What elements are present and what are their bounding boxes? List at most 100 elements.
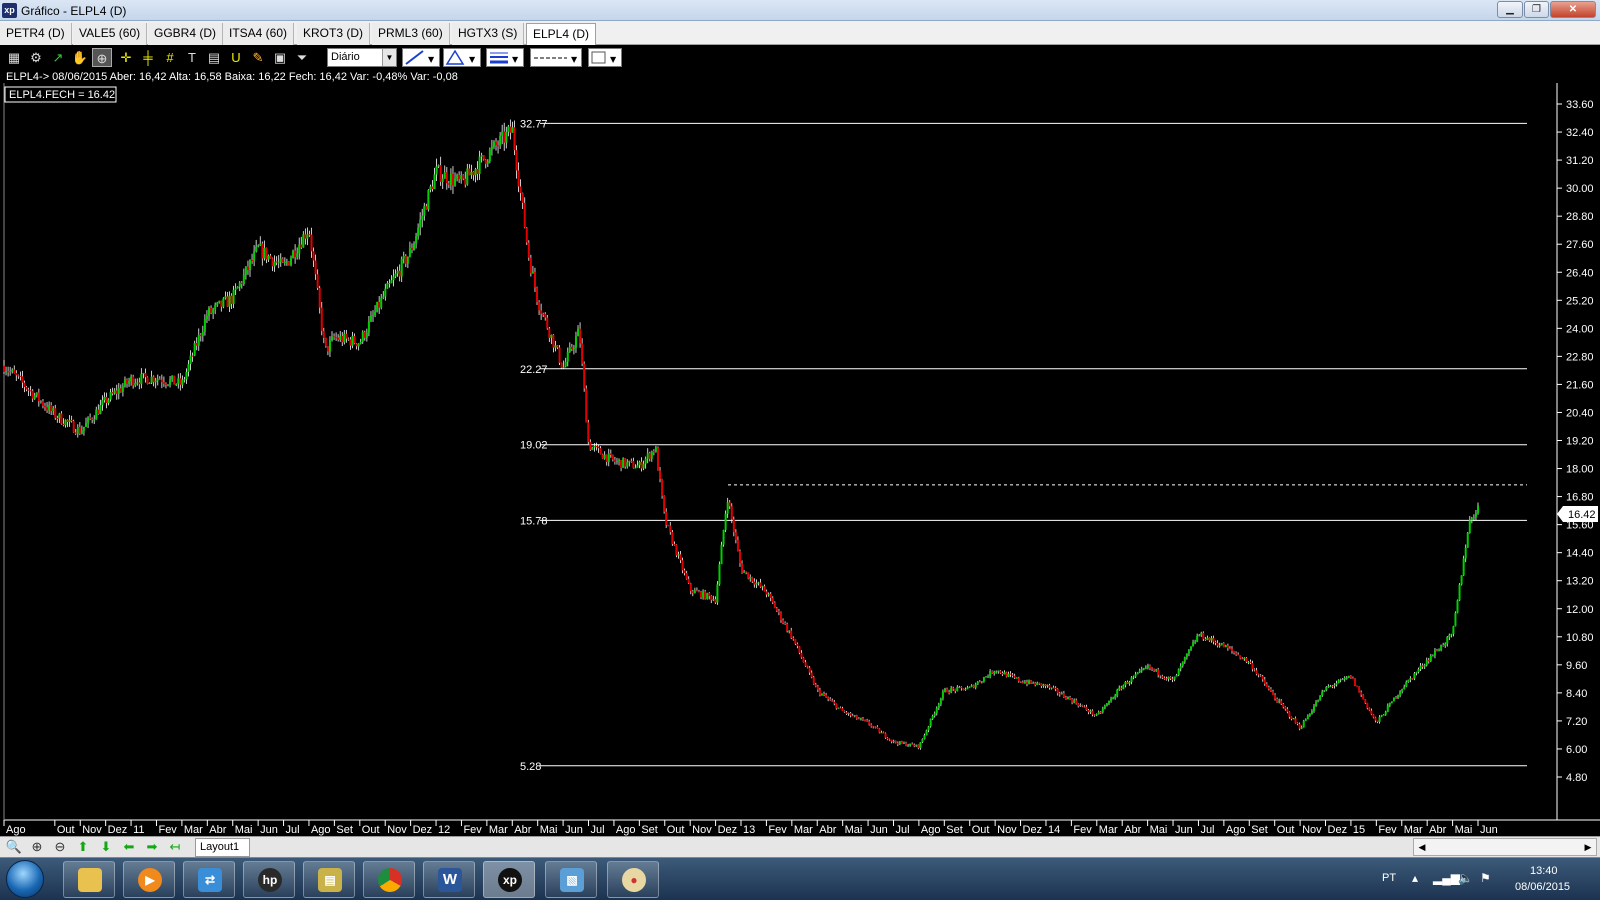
candle-body (527, 242, 530, 258)
scroll-left-icon[interactable]: ◀ (1414, 839, 1430, 855)
candle-body (773, 602, 776, 609)
start-button[interactable] (6, 860, 44, 898)
candle-body (152, 376, 155, 383)
taskbar-media-player[interactable]: ▶ (123, 861, 175, 898)
clock-time[interactable]: 13:40 (1530, 865, 1558, 877)
arrow-left-icon[interactable]: ⬅ (119, 838, 139, 856)
taskbar-chrome[interactable] (363, 861, 415, 898)
line-width-select[interactable]: ▼ (486, 48, 524, 67)
candle-body (933, 713, 936, 716)
taskbar-xp[interactable]: xp (483, 861, 535, 898)
tab-petr4[interactable]: PETR4 (D) (0, 23, 72, 45)
pan-hand-icon[interactable]: ✋ (70, 48, 90, 67)
cross-parallel-icon[interactable]: ╪ (138, 48, 158, 67)
taskbar-word[interactable]: W (423, 861, 475, 898)
candle-body (564, 361, 567, 367)
candle-body (195, 343, 198, 346)
candle-body (205, 316, 208, 320)
candle-body (505, 131, 508, 143)
taskbar-photos[interactable]: ▧ (545, 861, 597, 898)
close-button[interactable]: ✕ (1550, 1, 1596, 18)
candle-body (609, 453, 612, 455)
settings-icon[interactable]: ⚙ (26, 48, 46, 67)
candle-body (1235, 652, 1238, 655)
taskbar-toolbox[interactable]: ▤ (303, 861, 355, 898)
tab-krot3[interactable]: KROT3 (D) (297, 23, 370, 45)
scroll-right-icon[interactable]: ▶ (1580, 839, 1596, 855)
y-tick-label: 33.60 (1566, 99, 1594, 111)
candle-body (1159, 675, 1162, 677)
candle-body (954, 689, 957, 691)
horizontal-scrollbar[interactable]: ◀ ▶ (1413, 838, 1597, 856)
clipboard-icon[interactable]: ▣ (270, 48, 290, 67)
candle-body (1105, 703, 1108, 706)
tab-elpl4[interactable]: ELPL4 (D) (526, 23, 597, 45)
y-tick-label: 13.20 (1566, 576, 1594, 588)
color-select[interactable]: ▼ (588, 48, 622, 67)
candle-body (388, 282, 391, 284)
action-center-icon[interactable]: ⚑ (1480, 871, 1491, 885)
candle-body (1005, 672, 1008, 677)
filter-icon[interactable]: ⏷ (292, 48, 312, 67)
zoom-in-icon[interactable]: ⊕ (27, 838, 47, 856)
line-style-select[interactable]: ▼ (530, 48, 582, 67)
candle-body (1296, 722, 1299, 724)
text-tool-icon[interactable]: T (182, 48, 202, 67)
tab-ggbr4[interactable]: GGBR4 (D) (148, 23, 224, 45)
calculator-icon[interactable]: ▤ (204, 48, 224, 67)
line-tool-select[interactable]: ▼ (402, 48, 440, 67)
magnet-icon[interactable]: U (226, 48, 246, 67)
candle-body (56, 417, 59, 419)
arrow-return-icon[interactable]: ↤ (165, 838, 185, 856)
candle-body (29, 390, 32, 392)
tab-itsa4[interactable]: ITSA4 (60) (223, 23, 295, 45)
zoom-out-icon[interactable]: ⊖ (50, 838, 70, 856)
zoom-select-icon[interactable]: ⊕ (92, 48, 112, 67)
candle-body (1347, 675, 1350, 678)
x-tick-label: Jul (591, 824, 605, 836)
candle-body (946, 688, 949, 693)
minimize-button[interactable]: ▁ (1497, 1, 1523, 18)
restore-button[interactable]: ❐ (1524, 1, 1549, 18)
zoom-icon[interactable]: 🔍 (4, 838, 24, 856)
candle-body (1411, 678, 1414, 680)
candle-body (1157, 669, 1160, 676)
candle-body (191, 355, 194, 357)
candle-body (941, 691, 944, 699)
arrow-up-icon[interactable]: ⬆ (73, 838, 93, 856)
taskbar-network[interactable]: ⇄ (183, 861, 235, 898)
candle-body (181, 379, 184, 385)
tab-prml3[interactable]: PRML3 (60) (372, 23, 450, 45)
arrow-down-icon[interactable]: ⬇ (96, 838, 116, 856)
chart-type-icon[interactable]: ▦ (4, 48, 24, 67)
candle-body (82, 426, 85, 431)
candle-body (439, 165, 442, 182)
signal-icon[interactable]: ▂▄▆ (1433, 871, 1460, 885)
tab-vale5[interactable]: VALE5 (60) (73, 23, 148, 45)
clock-date[interactable]: 08/06/2015 (1515, 881, 1570, 893)
candle-body (427, 190, 430, 210)
period-select[interactable]: Diário ▼ (327, 48, 397, 67)
volume-icon[interactable]: 🔈 (1458, 871, 1473, 885)
crosshair-icon[interactable]: ✛ (116, 48, 136, 67)
candle-body (249, 260, 252, 270)
candle-body (1409, 678, 1412, 680)
taskbar-hp[interactable]: hp (243, 861, 295, 898)
arrow-right-icon[interactable]: ➡ (142, 838, 162, 856)
shape-tool-select[interactable]: ▼ (443, 48, 481, 67)
language-indicator[interactable]: PT (1382, 872, 1396, 884)
candle-body (1339, 679, 1342, 681)
candle-body (577, 328, 580, 337)
candle-body (1442, 644, 1445, 646)
grid-icon[interactable]: # (160, 48, 180, 67)
price-chart[interactable]: ELPL4-> 08/06/2015 Aber: 16,42 Alta: 16,… (0, 70, 1600, 836)
tab-hgtx3[interactable]: HGTX3 (S) (452, 23, 525, 45)
show-hidden-icons-icon[interactable]: ▴ (1412, 871, 1418, 885)
candle-body (435, 166, 438, 175)
brush-icon[interactable]: ✎ (248, 48, 268, 67)
candle-body (39, 401, 42, 403)
layout-tab[interactable]: Layout1 (195, 838, 250, 857)
taskbar-paint[interactable]: ● (607, 861, 659, 898)
taskbar-explorer[interactable] (63, 861, 115, 898)
indicator-icon[interactable]: ↗ (48, 48, 68, 67)
